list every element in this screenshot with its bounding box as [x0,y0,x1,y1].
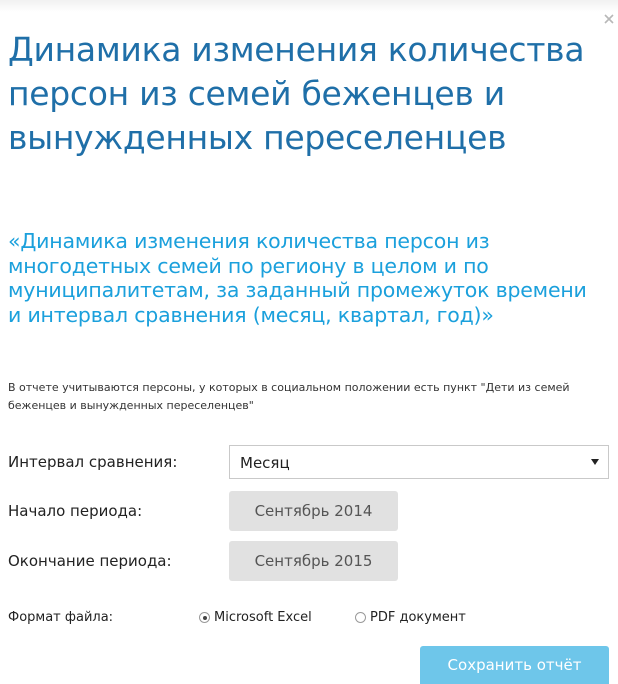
report-note: В отчете учитываются персоны, у которых … [8,381,570,412]
end-period-button[interactable]: Сентябрь 2015 [229,541,398,581]
radio-checked-icon [199,612,210,623]
format-option-pdf-label: PDF документ [370,610,466,625]
chevron-down-icon [591,459,599,465]
dialog-top-shade [0,0,618,12]
end-period-label: Окончание периода: [8,552,172,570]
report-dialog: Динамика изменения количества персон из … [0,0,618,684]
start-period-label: Начало периода: [8,502,143,520]
interval-select[interactable]: Месяц [229,445,609,479]
close-icon[interactable] [602,12,616,28]
report-subtitle: «Динамика изменения количества персон из… [8,229,587,327]
format-option-excel-label: Microsoft Excel [214,610,312,625]
radio-unchecked-icon [355,612,366,623]
dialog-title: Динамика изменения количества персон из … [8,30,585,157]
save-report-button[interactable]: Сохранить отчёт [420,646,609,684]
start-period-button[interactable]: Сентябрь 2014 [229,491,398,531]
interval-label: Интервал сравнения: [8,453,178,471]
file-format-label: Формат файла: [8,610,114,625]
interval-select-value: Месяц [240,454,290,472]
